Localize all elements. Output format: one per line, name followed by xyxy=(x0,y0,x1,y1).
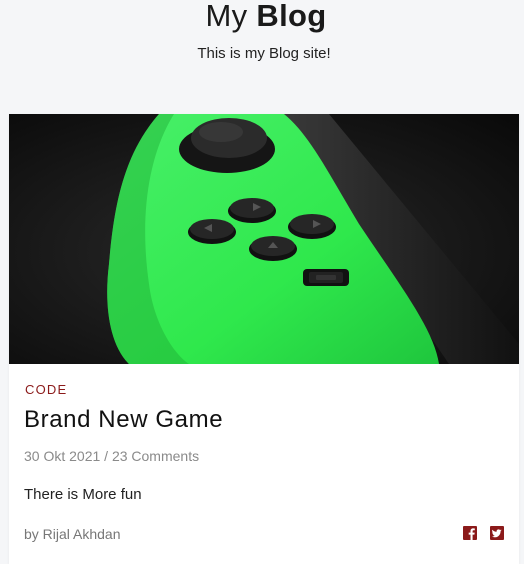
post-card: CODE Brand New Game 30 Okt 2021 / 23 Com… xyxy=(9,114,519,564)
site-title-bold: Blog xyxy=(256,0,327,33)
post-category[interactable]: CODE xyxy=(25,382,67,398)
site-tagline: This is my Blog site! xyxy=(197,45,331,62)
site-title-regular: My xyxy=(205,0,248,33)
twitter-icon[interactable] xyxy=(490,526,504,540)
site-title: My Blog xyxy=(0,0,524,36)
post-date: 30 Okt 2021 xyxy=(24,448,101,464)
site-header: My Blog This is my Blog site! xyxy=(0,0,524,80)
post-title[interactable]: Brand New Game xyxy=(24,405,223,435)
post-meta: 30 Okt 2021 / 23 Comments xyxy=(24,447,199,465)
post-image[interactable] xyxy=(9,114,519,364)
meta-separator: / xyxy=(100,448,112,464)
post-excerpt: There is More fun xyxy=(24,486,142,503)
post-comments-link[interactable]: 23 Comments xyxy=(112,448,199,464)
post-author: by Rijal Akhdan xyxy=(24,526,121,542)
facebook-icon[interactable] xyxy=(463,526,477,540)
